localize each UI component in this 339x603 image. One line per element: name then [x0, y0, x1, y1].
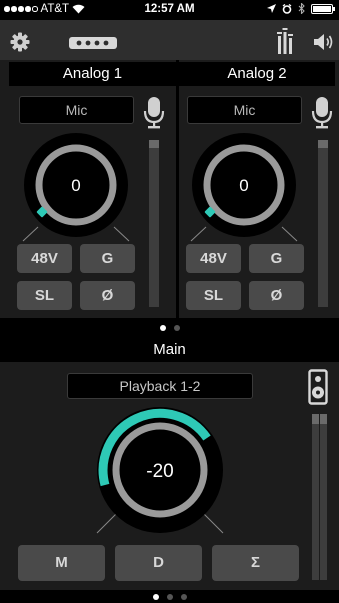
page-dot-2[interactable] — [166, 593, 173, 600]
channel-2-input-selector[interactable]: Mic — [187, 96, 302, 124]
channel-1-name: Analog 1 — [9, 62, 176, 86]
mixer-icon[interactable] — [277, 28, 293, 55]
mute-button[interactable]: M — [18, 545, 105, 581]
main-meter-left — [312, 414, 319, 580]
battery-icon — [311, 3, 335, 14]
sum-button[interactable]: Σ — [212, 545, 299, 581]
gear-icon[interactable] — [9, 31, 31, 53]
alarm-icon — [282, 3, 292, 14]
channel-page-indicator[interactable] — [0, 318, 339, 338]
main-level-value: -20 — [146, 461, 173, 482]
bluetooth-icon — [298, 3, 305, 14]
main-source-selector[interactable]: Playback 1-2 — [67, 373, 253, 399]
location-icon — [267, 4, 276, 13]
page-dot-1[interactable] — [159, 325, 166, 331]
channel-2-48v-button[interactable]: 48V — [186, 244, 241, 273]
main-page-indicator[interactable] — [0, 590, 339, 603]
channel-2-group-button[interactable]: G — [249, 244, 304, 273]
main-meter-right — [320, 414, 327, 580]
microphone-icon[interactable] — [311, 96, 333, 130]
main-volume-knob[interactable]: -20 — [90, 405, 230, 535]
microphone-icon[interactable] — [143, 96, 165, 130]
channel-1-stereo-link-button[interactable]: SL — [17, 281, 72, 310]
status-bar: AT&T 12:57 AM — [0, 0, 339, 20]
channel-1-input-selector[interactable]: Mic — [19, 96, 134, 124]
dim-button[interactable]: D — [115, 545, 202, 581]
speaker-icon[interactable] — [313, 32, 335, 52]
channel-1-48v-button[interactable]: 48V — [17, 244, 72, 273]
page-dot-3[interactable] — [180, 593, 187, 600]
monitor-speaker-icon[interactable] — [308, 369, 328, 405]
channel-2-gain-value: 0 — [239, 176, 248, 195]
status-icons — [267, 3, 335, 14]
page-dot-2[interactable] — [173, 325, 180, 331]
channel-divider — [176, 60, 179, 318]
channel-2-phase-button[interactable]: Ø — [249, 281, 304, 310]
channel-2-stereo-link-button[interactable]: SL — [186, 281, 241, 310]
device-connector-icon[interactable] — [68, 36, 118, 50]
channel-1-group-button[interactable]: G — [80, 244, 135, 273]
channel-1-gain-value: 0 — [71, 176, 80, 195]
channel-2-name: Analog 2 — [179, 62, 335, 86]
channel-1-gain-knob[interactable]: 0 — [20, 133, 132, 245]
main-section-title: Main — [0, 338, 339, 362]
channel-2-gain-knob[interactable]: 0 — [188, 133, 300, 245]
channel-1-phase-button[interactable]: Ø — [80, 281, 135, 310]
channel-1-level-meter — [149, 140, 159, 307]
page-dot-1[interactable] — [152, 593, 159, 600]
channel-2-level-meter — [318, 140, 328, 307]
